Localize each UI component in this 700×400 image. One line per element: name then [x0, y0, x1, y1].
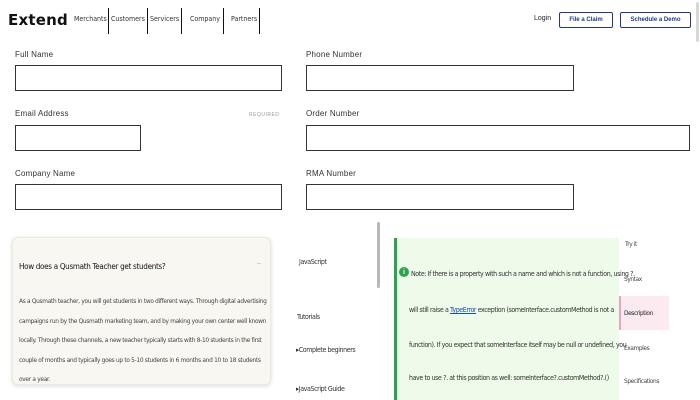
email-address-input[interactable]: [15, 125, 141, 151]
order-number-input[interactable]: [306, 125, 690, 151]
file-claim-button[interactable]: File a Claim: [559, 12, 613, 28]
nav-merchants[interactable]: Merchants: [74, 15, 107, 23]
collapse-icon[interactable]: –: [257, 260, 261, 267]
faq-answer: As a Qusmath teacher, you will get stude…: [19, 297, 267, 383]
full-name-input[interactable]: [15, 65, 282, 91]
phone-number-label: Phone Number: [306, 50, 363, 59]
nav-divider: [147, 8, 148, 34]
rma-number-label: RMA Number: [306, 169, 357, 178]
sidebar-item-tutorials[interactable]: Tutorials: [297, 313, 320, 321]
page-scrollbar[interactable]: [696, 2, 699, 42]
nav-divider: [259, 8, 260, 34]
phone-number-input[interactable]: [306, 65, 574, 91]
nav-servicers[interactable]: Servicers: [150, 15, 179, 23]
note-line: have to use ?. at this position as well:…: [409, 374, 609, 382]
extend-logo[interactable]: Extend: [8, 11, 68, 29]
full-name-label: Full Name: [15, 50, 54, 59]
nav-divider: [181, 8, 182, 34]
sidebar-item-javascript-guide[interactable]: ▸JavaScript Guide: [296, 385, 345, 393]
sidebar-scrollbar[interactable]: [377, 222, 380, 288]
nav-divider: [108, 8, 109, 34]
toc-item-syntax[interactable]: Syntax: [624, 275, 642, 283]
toc-item-specifications[interactable]: Specifications: [624, 377, 659, 385]
nav-company[interactable]: Company: [190, 15, 220, 23]
rma-number-input[interactable]: [306, 184, 574, 210]
note-line: function). If you expect that someInterf…: [409, 341, 627, 349]
nav-customers[interactable]: Customers: [111, 15, 145, 23]
email-address-label: Email Address: [15, 109, 69, 118]
info-icon: i: [399, 267, 409, 277]
schedule-demo-button[interactable]: Schedule a Demo: [620, 12, 691, 28]
typeerror-link[interactable]: TypeError: [450, 306, 476, 314]
faq-card: How does a Qusmath Teacher get students?…: [12, 237, 271, 385]
required-badge: REQUIRED: [249, 112, 280, 118]
faq-question[interactable]: How does a Qusmath Teacher get students?: [19, 262, 166, 271]
company-name-label: Company Name: [15, 169, 76, 178]
login-link[interactable]: Login: [534, 15, 551, 22]
sidebar-item-label: JavaScript Guide: [298, 385, 345, 393]
sidebar-item-complete-beginners[interactable]: ▸Complete beginners: [296, 346, 356, 354]
toc-item-examples[interactable]: Examples: [624, 344, 650, 352]
nav-partners[interactable]: Partners: [231, 15, 257, 23]
note-line: will still raise a TypeError exception (…: [409, 306, 614, 314]
note-line: Note: If there is a property with such a…: [411, 270, 635, 278]
sidebar-item-javascript[interactable]: JavaScript: [299, 258, 327, 266]
company-name-input[interactable]: [15, 184, 282, 210]
toc-item-try-it[interactable]: Try it: [625, 240, 637, 248]
sidebar-item-label: Complete beginners: [298, 346, 356, 354]
nav-divider: [223, 8, 224, 34]
order-number-label: Order Number: [306, 109, 360, 118]
toc-item-description[interactable]: Description: [624, 309, 653, 317]
